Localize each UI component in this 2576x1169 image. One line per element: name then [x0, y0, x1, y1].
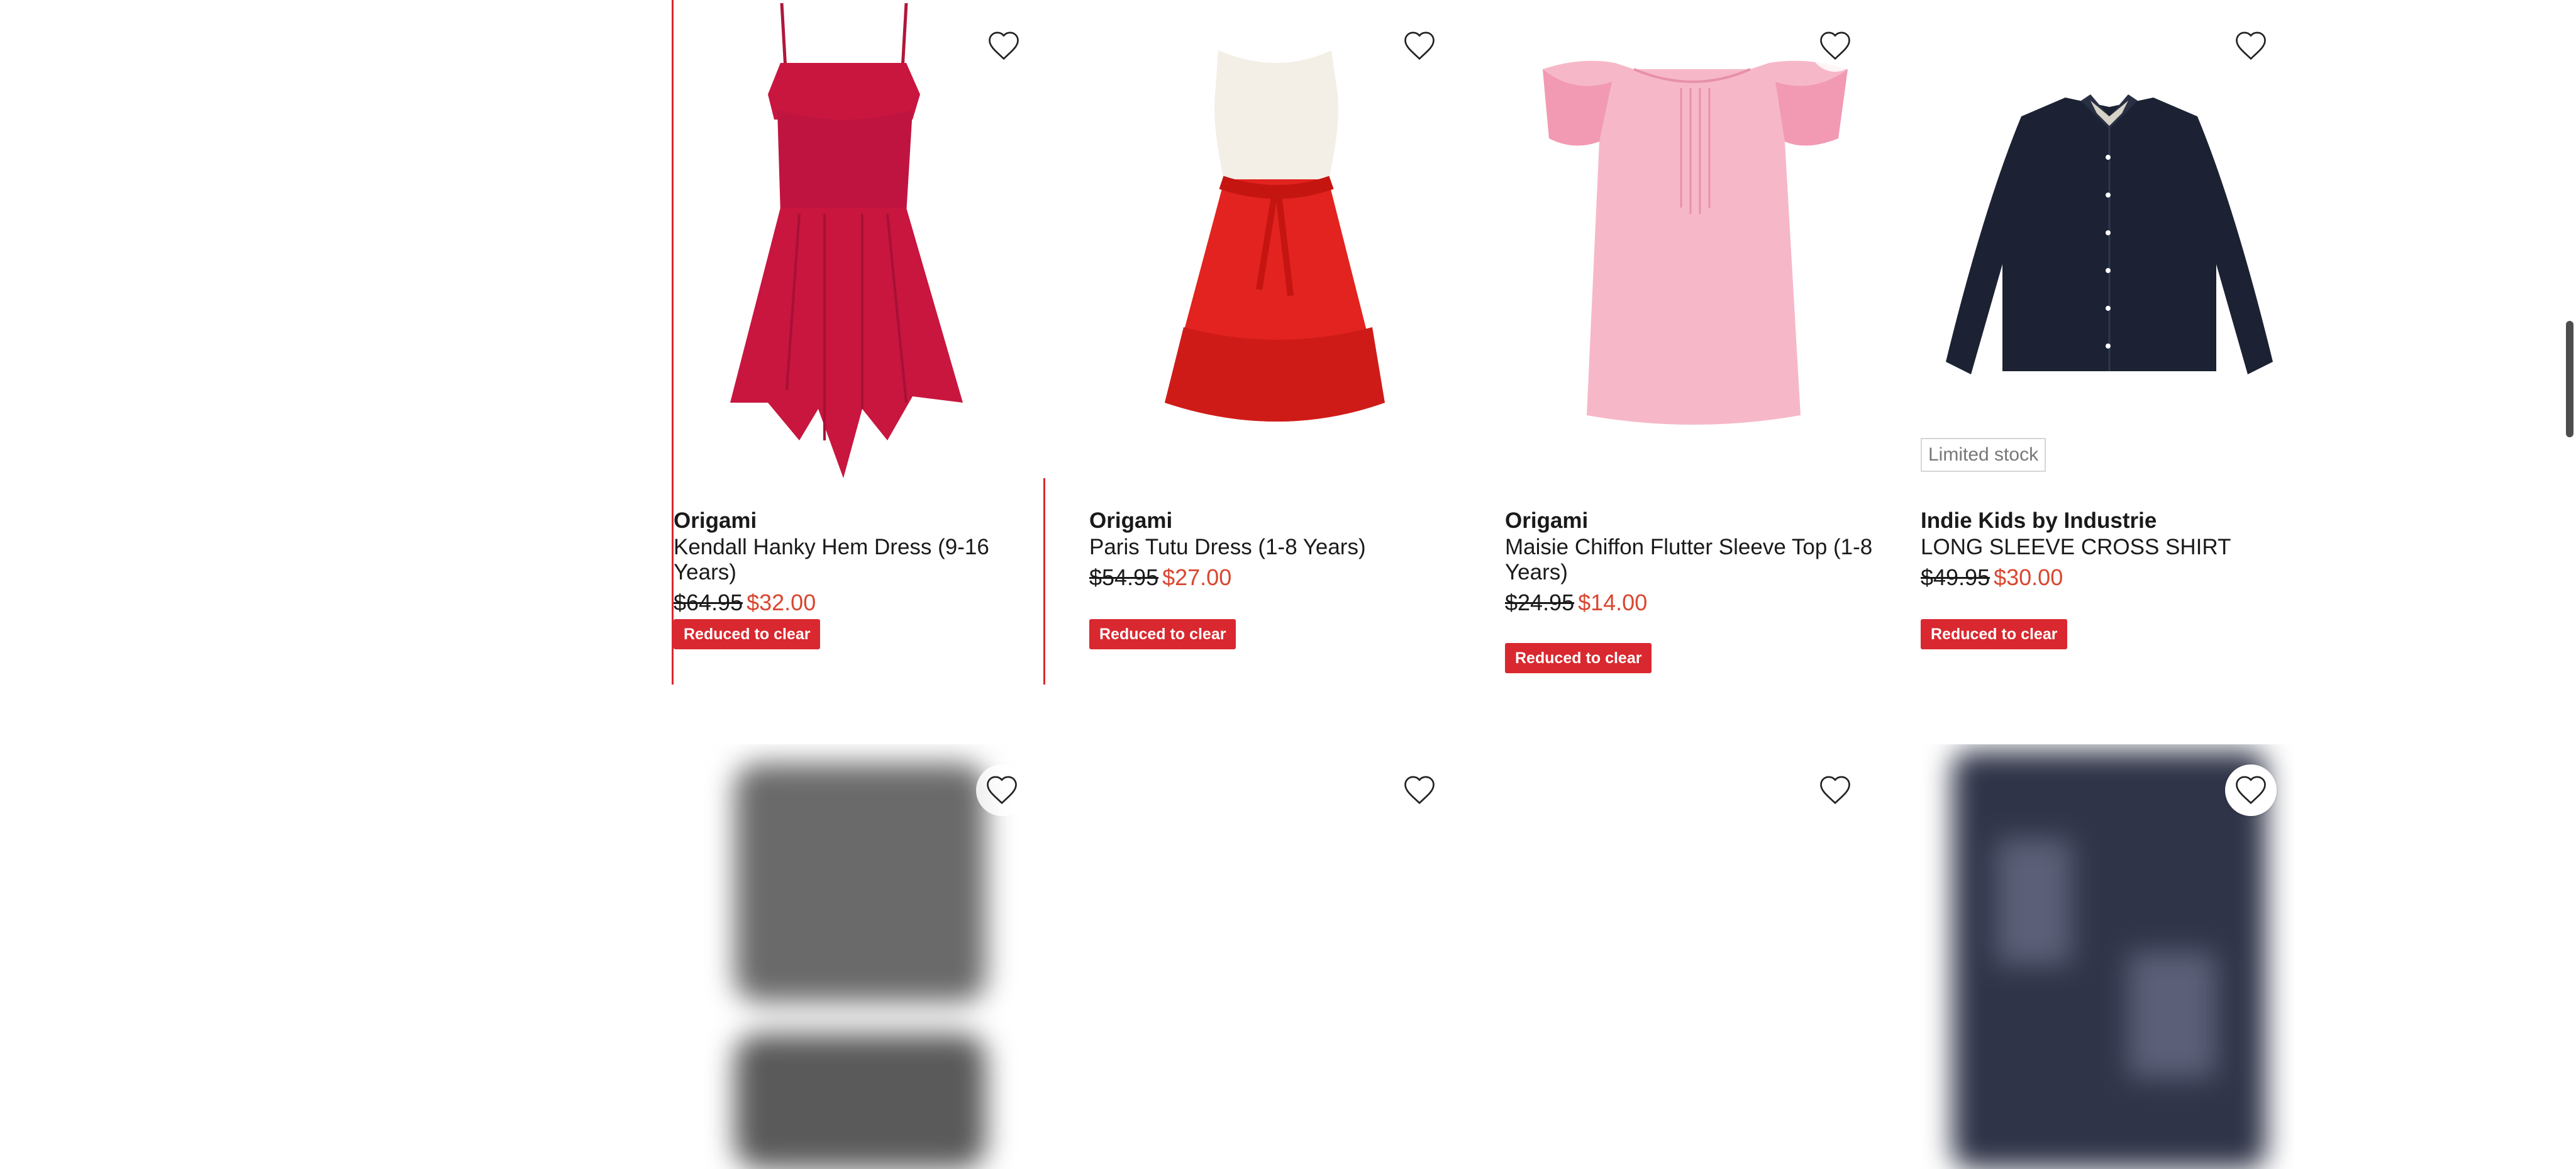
product-image[interactable]: [674, 0, 1047, 478]
product-brand[interactable]: Origami: [1089, 507, 1467, 535]
price-row: $54.95 $27.00: [1089, 564, 1467, 591]
was-price: $64.95: [674, 590, 743, 615]
product-image[interactable]: [1921, 0, 2294, 478]
sale-price: $32.00: [747, 590, 816, 615]
limited-stock-label: Limited stock: [1921, 438, 2046, 472]
product-card-loading[interactable]: [1921, 744, 2294, 1169]
product-card-loading[interactable]: [1089, 744, 1463, 1169]
wishlist-heart-icon[interactable]: [1394, 764, 1445, 816]
product-brand[interactable]: Origami: [1505, 507, 1882, 535]
price-row: $24.95 $14.00: [1505, 589, 1882, 617]
wishlist-heart-icon[interactable]: [1809, 20, 1861, 72]
product-card-loading[interactable]: [1505, 744, 1879, 1169]
wishlist-heart-icon[interactable]: [2225, 20, 2277, 72]
reduced-to-clear-badge[interactable]: Reduced to clear: [674, 619, 821, 649]
sale-price: $27.00: [1162, 564, 1232, 590]
was-price: $54.95: [1089, 564, 1159, 590]
reduced-to-clear-badge[interactable]: Reduced to clear: [1921, 619, 2068, 649]
product-name[interactable]: LONG SLEEVE CROSS SHIRT: [1921, 535, 2298, 560]
product-image[interactable]: [1089, 0, 1463, 478]
pink-top-image: [1505, 0, 1879, 478]
wishlist-heart-icon[interactable]: [976, 764, 1028, 816]
was-price: $49.95: [1921, 564, 1990, 590]
price-row: $49.95 $30.00: [1921, 564, 2298, 591]
product-name[interactable]: Kendall Hanky Hem Dress (9-16 Years): [674, 535, 1051, 585]
scrollbar-thumb[interactable]: [2566, 321, 2573, 437]
product-brand[interactable]: Indie Kids by Industrie: [1921, 507, 2298, 535]
sale-price: $14.00: [1578, 590, 1648, 615]
tutu-dress-image: [1089, 0, 1463, 478]
wishlist-heart-icon[interactable]: [2225, 764, 2277, 816]
wishlist-heart-icon[interactable]: [1809, 764, 1861, 816]
reduced-to-clear-badge[interactable]: Reduced to clear: [1505, 643, 1652, 673]
product-name[interactable]: Maisie Chiffon Flutter Sleeve Top (1-8 Y…: [1505, 535, 1882, 585]
product-card[interactable]: Origami Paris Tutu Dress (1-8 Years) $54…: [1089, 0, 1463, 685]
product-card-loading[interactable]: [672, 744, 1045, 1169]
wishlist-heart-icon[interactable]: [978, 20, 1030, 72]
price-row: $64.95 $32.00: [674, 589, 1051, 617]
page-scrollbar[interactable]: [2562, 0, 2576, 1169]
shirt-image: [1921, 0, 2294, 478]
wishlist-heart-icon[interactable]: [1394, 20, 1445, 72]
product-name[interactable]: Paris Tutu Dress (1-8 Years): [1089, 535, 1467, 560]
product-brand[interactable]: Origami: [674, 507, 1051, 535]
product-card[interactable]: Origami Kendall Hanky Hem Dress (9-16 Ye…: [672, 0, 1047, 685]
product-grid: Origami Kendall Hanky Hem Dress (9-16 Ye…: [0, 0, 2576, 1169]
reduced-to-clear-badge[interactable]: Reduced to clear: [1089, 619, 1236, 649]
product-card[interactable]: Limited stock Indie Kids by Industrie LO…: [1921, 0, 2294, 685]
dress-image: [674, 0, 1047, 478]
product-card[interactable]: Origami Maisie Chiffon Flutter Sleeve To…: [1505, 0, 1879, 685]
sale-price: $30.00: [1994, 564, 2063, 590]
was-price: $24.95: [1505, 590, 1575, 615]
product-image[interactable]: [1505, 0, 1879, 478]
